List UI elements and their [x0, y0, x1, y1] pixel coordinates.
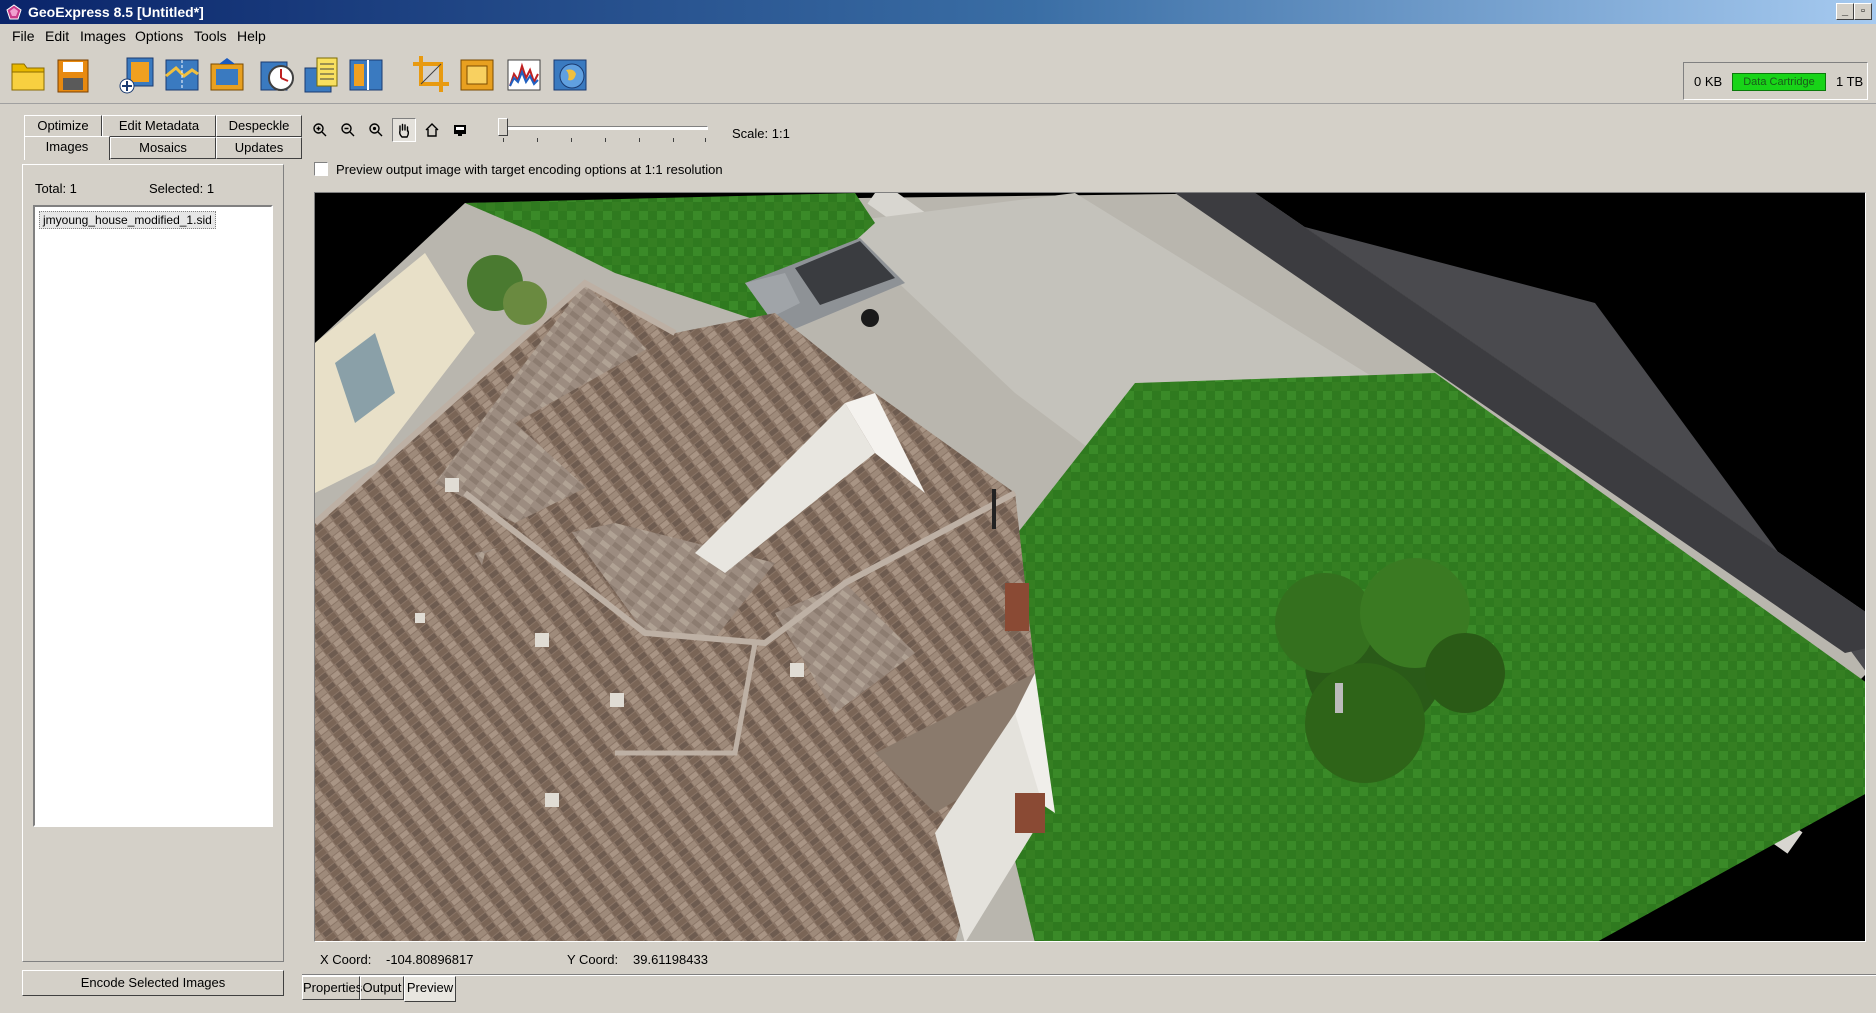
- aerial-image[interactable]: [315, 193, 1866, 942]
- x-coord-label: X Coord:: [320, 952, 372, 967]
- y-coord-label: Y Coord:: [567, 952, 619, 967]
- menu-images[interactable]: Images: [80, 28, 126, 44]
- save-icon: [57, 59, 89, 93]
- monitor-button[interactable]: [448, 118, 472, 142]
- main-toolbar: [0, 48, 1876, 104]
- storage-used: 0 KB: [1694, 74, 1723, 89]
- scale-label: Scale: 1:1: [732, 126, 790, 141]
- split-icon: [349, 59, 383, 91]
- mosaic-icon: [165, 59, 199, 91]
- add-image-button[interactable]: [116, 53, 158, 97]
- histogram-button[interactable]: [503, 53, 545, 97]
- add-image-icon: [119, 57, 154, 94]
- tab-edit-metadata[interactable]: Edit Metadata: [102, 115, 216, 137]
- zoom-fit-button[interactable]: [364, 118, 388, 142]
- tab-updates[interactable]: Updates: [216, 137, 302, 159]
- slider-tick: [673, 138, 674, 142]
- pan-hand-button[interactable]: [392, 118, 416, 142]
- slider-tick: [605, 138, 606, 142]
- zoom-out-button[interactable]: [336, 118, 360, 142]
- mosaic-button[interactable]: [161, 53, 203, 97]
- tab-output[interactable]: Output: [360, 976, 404, 1000]
- tab-properties[interactable]: Properties: [302, 976, 362, 1000]
- data-cartridge-bar: Data Cartridge: [1732, 73, 1826, 91]
- open-folder-button[interactable]: [7, 53, 49, 97]
- minimize-button[interactable]: _: [1836, 3, 1854, 20]
- divider: [302, 974, 1876, 976]
- zoom-in-button[interactable]: [308, 118, 332, 142]
- zoom-out-icon: [341, 123, 355, 137]
- open-folder-icon: [11, 63, 45, 91]
- tab-images[interactable]: Images: [24, 136, 110, 160]
- images-tab-panel: Total: 1 Selected: 1 jmyoung_house_modif…: [22, 164, 284, 962]
- encode-clock-button[interactable]: [256, 53, 298, 97]
- frame-icon: [460, 59, 494, 91]
- export-button[interactable]: [206, 53, 248, 97]
- left-panel: Optimize Edit Metadata Despeckle Images …: [22, 112, 302, 996]
- preview-output-label: Preview output image with target encodin…: [336, 162, 723, 177]
- total-count: Total: 1: [35, 181, 77, 196]
- storage-capacity: 1 TB: [1836, 74, 1864, 89]
- metadata-button[interactable]: [300, 53, 342, 97]
- image-viewport[interactable]: [314, 192, 1866, 942]
- slider-tick: [639, 138, 640, 142]
- slider-tick: [537, 138, 538, 142]
- frame-button[interactable]: [456, 53, 498, 97]
- globe-button[interactable]: [549, 53, 591, 97]
- slider-thumb[interactable]: [498, 118, 508, 136]
- title-bar: GeoExpress 8.5 [Untitled*] _ ▫: [0, 0, 1876, 24]
- x-coord-value: -104.80896817: [386, 952, 474, 967]
- window-title: GeoExpress 8.5 [Untitled*]: [28, 4, 204, 20]
- selected-count: Selected: 1: [149, 181, 215, 196]
- menu-file[interactable]: File: [12, 28, 35, 44]
- tab-mosaics[interactable]: Mosaics: [110, 137, 216, 159]
- slider-tick: [705, 138, 706, 142]
- crop-icon: [413, 56, 449, 92]
- geoexpress-window: GeoExpress 8.5 [Untitled*] _ ▫ File Edit…: [0, 0, 1876, 1013]
- menu-help[interactable]: Help: [237, 28, 266, 44]
- tab-preview[interactable]: Preview: [404, 976, 456, 1002]
- slider-tick: [571, 138, 572, 142]
- globe-icon: [553, 59, 587, 91]
- encode-clock-icon: [260, 61, 294, 91]
- split-button[interactable]: [345, 53, 387, 97]
- histogram-icon: [507, 59, 541, 91]
- menu-edit[interactable]: Edit: [45, 28, 69, 44]
- tab-despeckle[interactable]: Despeckle: [216, 115, 302, 137]
- menu-options[interactable]: Options: [135, 28, 183, 44]
- scale-slider[interactable]: [498, 118, 710, 142]
- home-button[interactable]: [420, 118, 444, 142]
- pan-hand-icon: [399, 123, 410, 138]
- menu-tools[interactable]: Tools: [194, 28, 227, 44]
- slider-tick: [503, 138, 504, 142]
- home-icon: [425, 123, 439, 137]
- tab-optimize[interactable]: Optimize: [24, 115, 102, 137]
- export-icon: [210, 58, 244, 91]
- preview-area: Scale: 1:1 Preview output image with tar…: [302, 112, 1876, 1002]
- zoom-fit-icon: [369, 123, 383, 137]
- y-coord-value: 39.61198433: [633, 952, 708, 967]
- image-file-list[interactable]: jmyoung_house_modified_1.sid: [33, 205, 273, 827]
- crop-button[interactable]: [410, 53, 452, 97]
- restore-button[interactable]: ▫: [1854, 3, 1872, 20]
- preview-output-checkbox[interactable]: [314, 162, 328, 176]
- zoom-in-icon: [313, 123, 327, 137]
- data-cartridge-indicator: 0 KB Data Cartridge 1 TB: [1683, 62, 1868, 100]
- save-button[interactable]: [52, 53, 94, 97]
- metadata-icon: [304, 57, 338, 93]
- menu-bar: File Edit Images Options Tools Help: [0, 24, 1876, 48]
- monitor-icon: [454, 125, 466, 136]
- app-logo-icon: [6, 4, 22, 20]
- list-item[interactable]: jmyoung_house_modified_1.sid: [39, 211, 216, 229]
- encode-selected-images-button[interactable]: Encode Selected Images: [22, 970, 284, 996]
- slider-track: [498, 126, 708, 130]
